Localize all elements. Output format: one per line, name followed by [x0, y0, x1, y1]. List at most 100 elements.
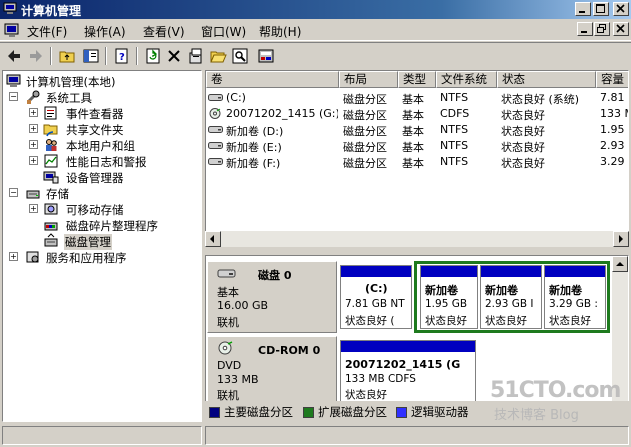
- services-icon: [26, 251, 39, 263]
- partition-c[interactable]: (C:) 7.81 GB NT 状态良好 (: [340, 265, 412, 329]
- menu-view[interactable]: 查看(V): [143, 23, 185, 40]
- mmc-doc-icon[interactable]: [4, 22, 20, 38]
- scroll-up-button[interactable]: [612, 256, 628, 272]
- performance-icon: [44, 154, 58, 168]
- toolbar: ?: [0, 42, 631, 68]
- properties-icon[interactable]: ?: [113, 47, 131, 65]
- disk-size: 16.00 GB: [217, 299, 269, 312]
- tree-label: 磁盘碎片整理程序: [66, 219, 158, 233]
- title-bar[interactable]: 计算机管理: [0, 0, 631, 19]
- volume-icon: [208, 142, 223, 149]
- event-viewer-icon: [44, 106, 57, 120]
- hard-disk-icon: [217, 269, 236, 278]
- expand-icon[interactable]: +: [29, 108, 38, 117]
- cell-layout: 磁盘分区: [343, 157, 387, 170]
- col-header-volume[interactable]: 卷: [206, 71, 339, 88]
- table-row[interactable]: 新加卷 (D:) 磁盘分区 基本 NTFS 状态良好 1.95: [206, 121, 628, 138]
- partition-e[interactable]: 新加卷 2.93 GB I 状态良好: [480, 265, 542, 329]
- cell-fs: NTFS: [440, 123, 469, 136]
- col-header-capacity[interactable]: 容量: [596, 71, 628, 88]
- disk-properties-icon[interactable]: [257, 47, 275, 65]
- cell-capacity: 7.81: [600, 91, 625, 104]
- expand-icon[interactable]: +: [29, 156, 38, 165]
- cell-volume: 新加卷 (F:): [226, 157, 281, 170]
- cd-volume-icon: [209, 108, 221, 119]
- expand-icon[interactable]: +: [29, 124, 38, 133]
- export-list-icon[interactable]: [187, 47, 205, 65]
- show-hide-tree-icon[interactable]: [82, 47, 100, 65]
- delete-icon[interactable]: [165, 47, 183, 65]
- arrow-right-icon: [619, 235, 623, 243]
- table-row[interactable]: (C:) 磁盘分区 基本 NTFS 状态良好 (系统) 7.81: [206, 89, 628, 106]
- disk-size: 133 MB: [217, 373, 259, 386]
- partition-name: (C:): [365, 282, 388, 295]
- collapse-icon[interactable]: −: [9, 92, 18, 101]
- partition-d[interactable]: 新加卷 1.95 GB 状态良好: [420, 265, 478, 329]
- up-folder-icon[interactable]: [58, 47, 76, 65]
- table-row[interactable]: 20071202_1415 (G:) 磁盘分区 基本 CDFS 状态良好 133…: [206, 105, 628, 122]
- close-icon: [616, 4, 625, 13]
- tree-label: 可移动存储: [66, 203, 124, 217]
- tree-label: 磁盘管理: [64, 234, 112, 250]
- back-arrow-icon[interactable]: [5, 47, 23, 65]
- volume-list[interactable]: 卷 布局 类型 文件系统 状态 容量 (C:) 磁盘分区 基本 NTFS 状态良…: [205, 70, 629, 246]
- partition-g[interactable]: 20071202_1415 (G 133 MB CDFS 状态良好: [340, 340, 476, 402]
- maximize-icon: [596, 4, 605, 13]
- maximize-button[interactable]: [593, 2, 609, 16]
- col-header-type[interactable]: 类型: [398, 71, 436, 88]
- menu-help[interactable]: 帮助(H): [259, 23, 301, 40]
- tree-label: 事件查看器: [66, 107, 124, 121]
- search-icon[interactable]: [231, 47, 249, 65]
- table-row[interactable]: 新加卷 (F:) 磁盘分区 基本 NTFS 状态良好 3.29: [206, 153, 628, 170]
- cell-type: 基本: [402, 157, 424, 170]
- menu-window[interactable]: 窗口(W): [201, 23, 246, 40]
- volume-icon: [208, 94, 223, 101]
- legend-swatch: [396, 406, 407, 418]
- partition-name: 新加卷: [549, 284, 582, 297]
- child-close-button[interactable]: [613, 22, 629, 36]
- console-tree[interactable]: 计算机管理(本地) − 系统工具 + 事件查看器 + 共享文件夹 + 本地用户和…: [2, 70, 202, 422]
- status-panel: [205, 426, 629, 445]
- status-panel: [2, 426, 202, 445]
- scroll-right-button[interactable]: [613, 231, 629, 247]
- menu-action[interactable]: 操作(A): [84, 23, 126, 40]
- expand-icon[interactable]: +: [29, 204, 38, 213]
- expand-icon[interactable]: +: [29, 140, 38, 149]
- col-header-status[interactable]: 状态: [497, 71, 596, 88]
- list-horizontal-scrollbar[interactable]: [205, 231, 629, 247]
- partition-status: 状态良好: [549, 315, 591, 327]
- table-row[interactable]: 新加卷 (E:) 磁盘分区 基本 NTFS 状态良好 2.93: [206, 137, 628, 154]
- cdrom-0-label[interactable]: CD-ROM 0 DVD 133 MB 联机: [207, 336, 337, 402]
- partition-status: 状态良好 (: [345, 315, 395, 327]
- primary-partition-bar: [341, 266, 411, 277]
- scroll-left-button[interactable]: [205, 231, 221, 247]
- computer-management-icon: [3, 2, 17, 14]
- disk-type: 基本: [217, 286, 239, 299]
- minimize-icon: [579, 11, 585, 13]
- col-header-filesystem[interactable]: 文件系统: [436, 71, 497, 88]
- cell-capacity: 2.93: [600, 139, 625, 152]
- partition-f[interactable]: 新加卷 3.29 GB : 状态良好: [544, 265, 606, 329]
- watermark-logo: 51CTO.com: [490, 378, 621, 403]
- partition-name: 新加卷: [485, 284, 518, 297]
- refresh-icon[interactable]: [144, 47, 162, 65]
- device-manager-icon: [43, 171, 59, 184]
- menu-file[interactable]: 文件(F): [27, 23, 67, 40]
- minimize-button[interactable]: [575, 2, 591, 16]
- legend-primary: 主要磁盘分区: [209, 404, 293, 420]
- close-button[interactable]: [613, 2, 629, 16]
- tree-label: 性能日志和警报: [66, 155, 147, 169]
- col-header-layout[interactable]: 布局: [339, 71, 398, 88]
- forward-arrow-icon[interactable]: [27, 47, 45, 65]
- child-minimize-button[interactable]: [577, 22, 593, 36]
- expand-icon[interactable]: +: [9, 252, 18, 261]
- primary-partition-bar: [341, 341, 475, 352]
- arrow-up-icon: [616, 262, 624, 266]
- open-folder-icon[interactable]: [209, 47, 227, 65]
- svg-text:?: ?: [119, 52, 125, 63]
- menu-bar: 文件(F) 操作(A) 查看(V) 窗口(W) 帮助(H): [0, 19, 631, 41]
- child-restore-button[interactable]: [594, 22, 610, 36]
- cell-fs: CDFS: [440, 107, 470, 120]
- disk-0-label[interactable]: 磁盘 0 基本 16.00 GB 联机: [207, 261, 337, 333]
- collapse-icon[interactable]: −: [9, 188, 18, 197]
